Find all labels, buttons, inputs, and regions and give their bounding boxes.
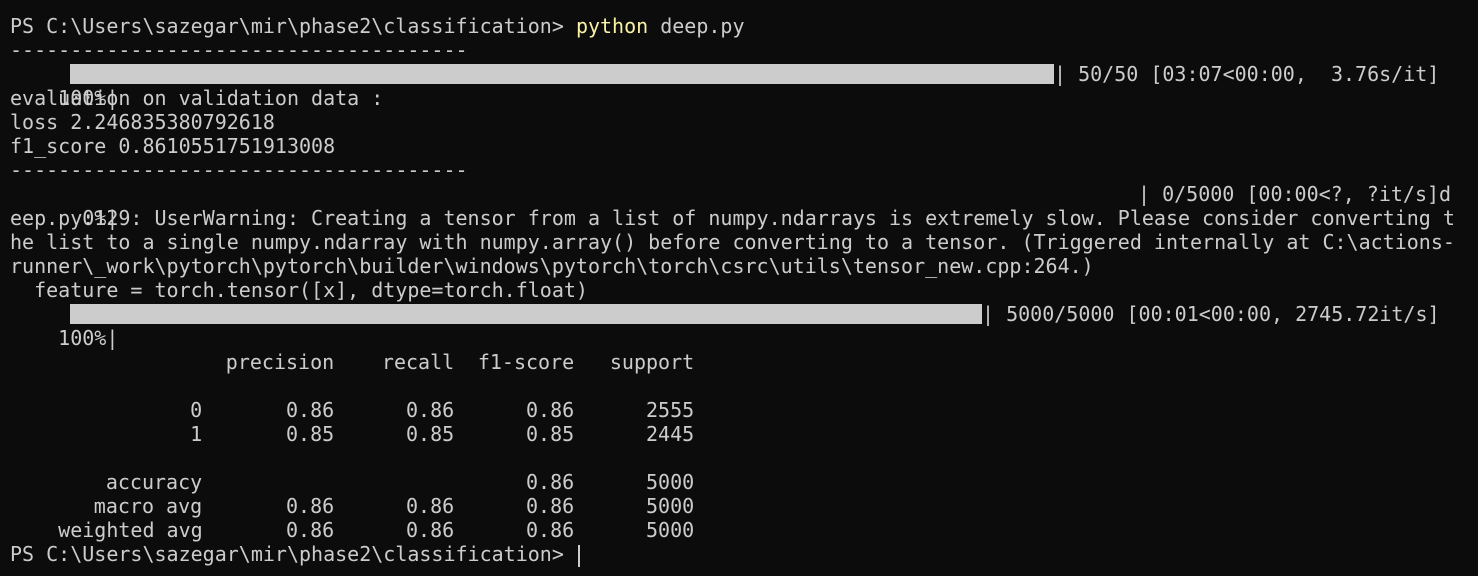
- eval-header: evaluation on validation data :: [10, 86, 384, 110]
- separator-line: --------------------------------------: [10, 158, 468, 182]
- terminal-output: PS C:\Users\sazegar\mir\phase2\classific…: [10, 14, 1478, 567]
- report-summary-row: accuracy 0.86 5000: [10, 446, 1478, 494]
- progress-bar-fill: [70, 64, 1054, 84]
- report-row: 0 0.86 0.86 0.86 2555: [10, 374, 1478, 422]
- command-prompt-input[interactable]: PS C:\Users\sazegar\mir\phase2\classific…: [10, 542, 1478, 567]
- progress-bar-line: 0%| | 0/5000 [00:00<?, ?it/s]d: [10, 182, 1478, 230]
- progress-stats: | 50/50 [03:07<00:00, 3.76s/it]: [1054, 62, 1440, 86]
- command-name: python: [575, 14, 649, 38]
- warning-line: runner\_work\pytorch\pytorch\builder\win…: [10, 254, 1094, 278]
- separator-line: --------------------------------------: [10, 38, 468, 62]
- warning-line: eep.py:129: UserWarning: Creating a tens…: [10, 206, 1455, 230]
- command-prompt-line: PS C:\Users\sazegar\mir\phase2\classific…: [10, 14, 1478, 38]
- prompt-prefix: PS C:\Users\sazegar\mir\phase2\classific…: [10, 14, 576, 38]
- progress-bar-fill: [70, 304, 982, 324]
- report-summary-row: macro avg 0.86 0.86 0.86 5000: [10, 470, 1478, 518]
- report-summary-row: weighted avg 0.86 0.86 0.86 5000: [10, 494, 1478, 542]
- loss-line: loss 2.246835380792618: [10, 110, 275, 134]
- report-row: 1 0.85 0.85 0.85 2445: [10, 398, 1478, 446]
- progress-stats: | 5000/5000 [00:01<00:00, 2745.72it/s]: [982, 302, 1440, 326]
- warning-source-line: feature = torch.tensor([x], dtype=torch.…: [10, 278, 588, 302]
- command-args: deep.py: [648, 14, 745, 38]
- warning-line: he list to a single numpy.ndarray with n…: [10, 230, 1455, 254]
- progress-bar-line: 100%| | 5000/5000 [00:01<00:00, 2745.72i…: [10, 302, 1478, 350]
- text-cursor: [577, 544, 580, 567]
- progress-bar-line: 100%| | 50/50 [03:07<00:00, 3.76s/it]: [10, 62, 1478, 110]
- progress-stats: | 0/5000 [00:00<?, ?it/s]d: [1138, 182, 1452, 206]
- f1-line: f1_score 0.8610551751913008: [10, 134, 336, 158]
- report-header-row: precision recall f1-score support: [10, 326, 1478, 374]
- prompt-prefix: PS C:\Users\sazegar\mir\phase2\classific…: [10, 542, 576, 566]
